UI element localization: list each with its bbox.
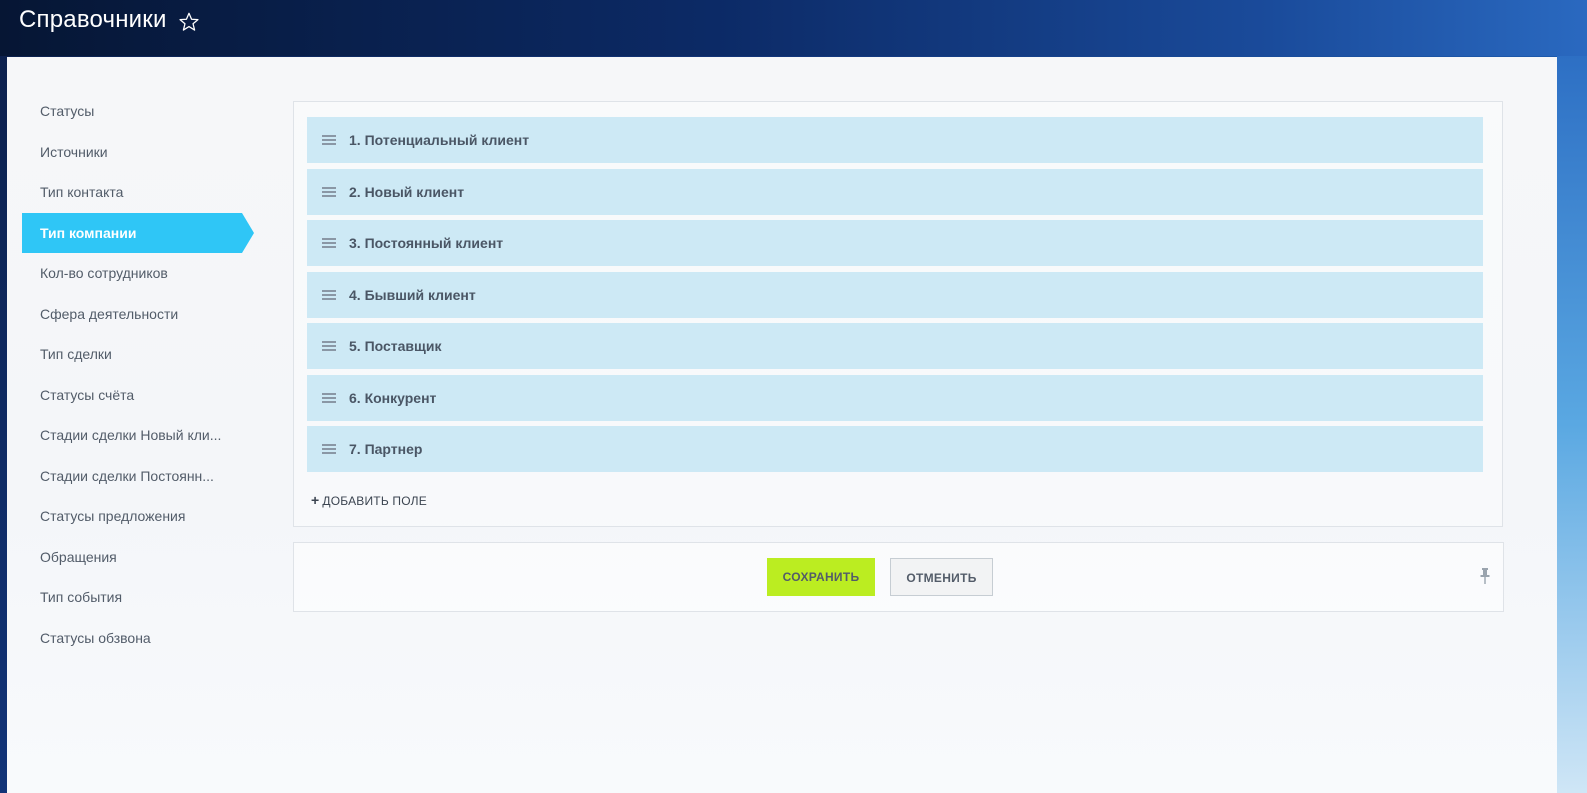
- list-item-label: 6. Конкурент: [349, 389, 437, 406]
- sidebar-item-statuses[interactable]: Статусы: [22, 91, 222, 132]
- add-field-button[interactable]: + ДОБАВИТЬ ПОЛЕ: [311, 492, 427, 508]
- sidebar-item-employee-count[interactable]: Кол-во сотрудников: [22, 253, 222, 294]
- save-button[interactable]: СОХРАНИТЬ: [767, 558, 875, 596]
- values-list: 1. Потенциальный клиент 2. Новый клиент …: [293, 101, 1503, 527]
- drag-handle-icon[interactable]: [322, 341, 336, 351]
- drag-handle-icon[interactable]: [322, 135, 336, 145]
- sidebar-item-sources[interactable]: Источники: [22, 132, 222, 173]
- page-title: Справочники: [19, 6, 167, 33]
- main-panel: Статусы Источники Тип контакта Тип компа…: [7, 57, 1557, 793]
- drag-handle-icon[interactable]: [322, 392, 336, 403]
- sidebar-item-appeals[interactable]: Обращения: [22, 537, 222, 578]
- list-item[interactable]: 5. Поставщик: [307, 323, 1483, 369]
- list-item-label: 7. Партнер: [349, 441, 423, 457]
- sidebar-item-deal-stages-new[interactable]: Стадии сделки Новый кли...: [22, 415, 222, 456]
- background-edge: [1557, 56, 1587, 793]
- star-icon[interactable]: [178, 11, 200, 33]
- list-item[interactable]: 3. Постоянный клиент: [307, 220, 1483, 266]
- list-item[interactable]: 7. Партнер: [307, 426, 1483, 472]
- drag-handle-icon[interactable]: [322, 444, 336, 454]
- pin-icon[interactable]: [1479, 567, 1491, 585]
- list-item[interactable]: 1. Потенциальный клиент: [307, 117, 1483, 163]
- list-item-label: 3. Постоянный клиент: [349, 235, 504, 251]
- sidebar-item-deal-stages-regular[interactable]: Стадии сделки Постоянн...: [22, 456, 222, 497]
- list-item-label: 5. Поставщик: [349, 338, 442, 354]
- list-item-label: 2. Новый клиент: [349, 183, 465, 200]
- sidebar-item-invoice-statuses[interactable]: Статусы счёта: [22, 375, 222, 416]
- sidebar-item-event-type[interactable]: Тип события: [22, 577, 222, 618]
- plus-icon: +: [311, 492, 320, 508]
- sidebar-item-company-type[interactable]: Тип компании: [22, 212, 254, 253]
- sidebar-item-deal-type[interactable]: Тип сделки: [22, 334, 222, 375]
- list-item-label: 1. Потенциальный клиент: [349, 132, 530, 148]
- action-bar: СОХРАНИТЬ ОТМЕНИТЬ: [293, 542, 1504, 612]
- sidebar-item-industry[interactable]: Сфера деятельности: [22, 294, 222, 335]
- cancel-button[interactable]: ОТМЕНИТЬ: [890, 558, 993, 596]
- drag-handle-icon[interactable]: [322, 186, 336, 197]
- add-field-label: ДОБАВИТЬ ПОЛЕ: [322, 494, 427, 508]
- list-item-label: 4. Бывший клиент: [349, 286, 476, 303]
- sidebar-item-quote-statuses[interactable]: Статусы предложения: [22, 496, 222, 537]
- list-item[interactable]: 4. Бывший клиент: [307, 271, 1483, 318]
- sidebar-item-call-statuses[interactable]: Статусы обзвона: [22, 618, 222, 659]
- drag-handle-icon[interactable]: [322, 238, 336, 248]
- sidebar: Статусы Источники Тип контакта Тип компа…: [22, 91, 262, 658]
- list-item[interactable]: 6. Конкурент: [307, 374, 1483, 421]
- header-bar: Справочники: [0, 0, 1587, 56]
- sidebar-item-contact-type[interactable]: Тип контакта: [22, 172, 222, 213]
- list-item[interactable]: 2. Новый клиент: [307, 168, 1483, 215]
- drag-handle-icon[interactable]: [322, 289, 336, 300]
